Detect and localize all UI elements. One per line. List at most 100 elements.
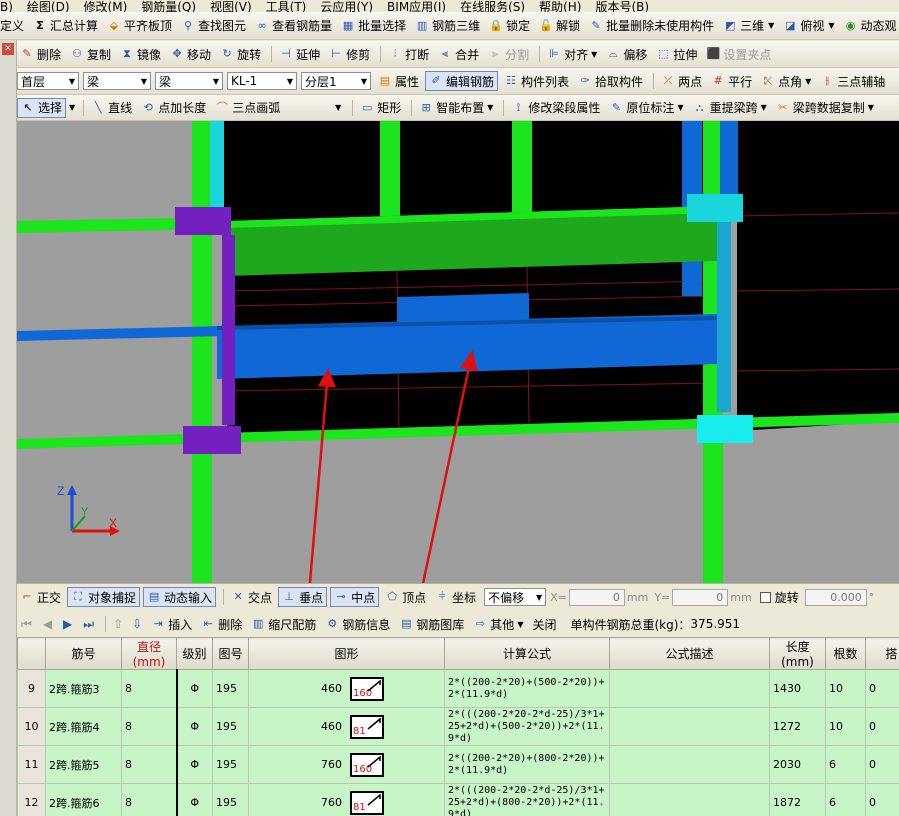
shape-cell[interactable]: 460 160	[248, 669, 445, 708]
fig-no-cell[interactable]: 195	[212, 669, 249, 708]
properties-button[interactable]: ▤ 属性	[375, 71, 422, 91]
grade-cell[interactable]: Φ	[176, 707, 213, 746]
break-button[interactable]: ⫶ 打断	[385, 44, 432, 64]
rebar-name-cell[interactable]: 2跨.箍筋3	[45, 669, 122, 708]
formula-cell[interactable]: 2*((200-2*20)+(500-2*20))+ 2*(11.9*d)	[444, 669, 610, 708]
rotate-input[interactable]: 0.000	[804, 588, 867, 606]
delete-button[interactable]: ✎ 删除	[17, 44, 64, 64]
formula-desc-cell[interactable]	[609, 745, 770, 784]
split-button[interactable]: ⫸ 分割	[485, 44, 532, 64]
object-snap-button[interactable]: ⛶ 对象捕捉	[67, 587, 141, 607]
smart-layout-button[interactable]: ⊞ 智能布置 ▼	[416, 98, 496, 118]
chevron-down-icon[interactable]: ▼	[69, 103, 75, 112]
offset-mode-select[interactable]: 不偏移 ▼	[484, 588, 547, 606]
table-row[interactable]: 10 2跨.箍筋4 8 Φ 195 460 81 2*(((200-2*20-2*…	[17, 707, 899, 746]
select-button[interactable]: ↖ 选择	[17, 97, 67, 118]
other-button[interactable]: ⇨ 其他 ▼	[470, 614, 526, 634]
col-header-name[interactable]: 筋号	[45, 637, 122, 670]
layer-select[interactable]: 分层1 ▼	[301, 72, 371, 90]
component-select[interactable]: KL-1 ▼	[227, 72, 297, 90]
ortho-button[interactable]: ⌐ 正交	[17, 587, 64, 607]
pick-component-button[interactable]: ✑ 拾取构件	[575, 71, 646, 91]
grade-cell[interactable]: Φ	[176, 783, 213, 816]
menu-item[interactable]: 绘图(D)	[27, 1, 70, 12]
3d-viewport[interactable]: Z Y X	[17, 121, 899, 583]
menu-item[interactable]: 在线服务(S)	[460, 1, 525, 12]
menu-item[interactable]: BIM应用(I)	[387, 1, 446, 12]
span-copy-button[interactable]: ✂ 梁跨数据复制 ▼	[773, 98, 877, 118]
length-cell[interactable]: 1272	[769, 707, 826, 746]
type-select-1[interactable]: 梁 ▼	[83, 72, 151, 90]
diameter-cell[interactable]: 8	[121, 783, 178, 816]
rebar-name-cell[interactable]: 2跨.箍筋5	[45, 745, 122, 784]
parallel-button[interactable]: # 平行	[708, 71, 755, 91]
grade-cell[interactable]: Φ	[176, 745, 213, 784]
table-row[interactable]: 11 2跨.箍筋5 8 Φ 195 760 160 2*((200-2*20)+(…	[17, 745, 899, 784]
component-list-button[interactable]: ☷ 构件列表	[501, 71, 572, 91]
floor-select[interactable]: 首层 ▼	[17, 72, 79, 90]
mirror-button[interactable]: ⧗ 镜像	[117, 44, 164, 64]
count-cell[interactable]: 6	[825, 745, 866, 784]
count-cell[interactable]: 6	[825, 783, 866, 816]
rebar-library-button[interactable]: ▤ 钢筋图库	[396, 614, 467, 634]
col-header-length[interactable]: 长度(mm)	[769, 637, 826, 670]
type-select-2[interactable]: 梁 ▼	[155, 72, 223, 90]
stretch-button[interactable]: ⬚ 拉伸	[653, 44, 700, 64]
top-view-button[interactable]: ◪ 俯视 ▼	[780, 16, 837, 36]
batch-select-button[interactable]: ▦ 批量选择	[338, 16, 409, 36]
count-cell[interactable]: 10	[825, 707, 866, 746]
lap-cell[interactable]: 0	[865, 707, 899, 746]
delete-row-button[interactable]: ⇤ 删除	[198, 614, 245, 634]
shape-cell[interactable]: 460 81	[248, 707, 445, 746]
dynamic-view-button[interactable]: ◉ 动态观	[841, 16, 899, 36]
menu-item[interactable]: 帮助(H)	[539, 1, 581, 12]
in-situ-mark-button[interactable]: ✎ 原位标注 ▼	[606, 98, 686, 118]
col-header-grade[interactable]: 级别	[176, 637, 213, 670]
flat-top-button[interactable]: ⬙ 平齐板顶	[104, 16, 175, 36]
three-d-button[interactable]: ◩ 三维 ▼	[720, 16, 777, 36]
copy-button[interactable]: ⚇ 复制	[67, 44, 114, 64]
col-header-lap[interactable]: 搭	[865, 637, 899, 670]
table-row[interactable]: 9 2跨.箍筋3 8 Φ 195 460 160 2*((200-2*20)+(5…	[17, 669, 899, 708]
lap-cell[interactable]: 0	[865, 783, 899, 816]
edit-rebar-button[interactable]: ✐ 编辑钢筋	[425, 71, 499, 91]
move-up-button[interactable]: ⇧	[110, 614, 126, 634]
lap-cell[interactable]: 0	[865, 669, 899, 708]
menu-item[interactable]: B)	[0, 1, 13, 12]
shape-cell[interactable]: 760 160	[248, 745, 445, 784]
two-point-button[interactable]: ⤫ 两点	[658, 71, 705, 91]
col-header-shape[interactable]: 图形	[248, 637, 445, 670]
length-cell[interactable]: 1430	[769, 669, 826, 708]
length-cell[interactable]: 1872	[769, 783, 826, 816]
col-header-diameter[interactable]: 直径(mm)	[121, 637, 177, 670]
rotate-button[interactable]: ↻ 旋转	[217, 44, 264, 64]
lock-button[interactable]: 🔒 锁定	[486, 16, 533, 36]
perpendicular-button[interactable]: ⊥ 垂点	[278, 587, 328, 607]
col-header-fig-no[interactable]: 图号	[212, 637, 249, 670]
fig-no-cell[interactable]: 195	[212, 707, 249, 746]
col-header-count[interactable]: 根数	[825, 637, 866, 670]
col-header-desc[interactable]: 公式描述	[609, 637, 770, 670]
length-cell[interactable]: 2030	[769, 745, 826, 784]
define-button[interactable]: 定义	[0, 16, 27, 36]
move-down-button[interactable]: ⇩	[129, 614, 145, 634]
batch-delete-button[interactable]: ✎ 批量删除未使用构件	[586, 16, 717, 36]
move-button[interactable]: ✥ 移动	[167, 44, 214, 64]
lap-cell[interactable]: 0	[865, 745, 899, 784]
next-record-button[interactable]: ▶	[59, 614, 76, 634]
rotate-checkbox[interactable]	[759, 591, 771, 603]
vertex-button[interactable]: ⬠ 顶点	[382, 587, 429, 607]
summary-button[interactable]: Σ 汇总计算	[30, 16, 101, 36]
menu-item[interactable]: 钢筋量(Q)	[141, 1, 196, 12]
close-icon[interactable]: ✕	[2, 43, 14, 55]
insert-row-button[interactable]: ⇥ 插入	[148, 614, 195, 634]
prev-record-button[interactable]: ◀	[39, 614, 56, 634]
modify-span-button[interactable]: ⟟ 修改梁段属性	[508, 98, 603, 118]
menu-item[interactable]: 修改(M)	[84, 1, 128, 12]
find-button[interactable]: ⚲ 查找图元	[178, 16, 249, 36]
line-button[interactable]: ╲ 直线	[88, 98, 135, 118]
rebar-3d-button[interactable]: ▥ 钢筋三维	[412, 16, 483, 36]
formula-cell[interactable]: 2*(((200-2*20-2*d-25)/3*1+ 25+2*d)+(500-…	[444, 707, 610, 746]
offset-button[interactable]: ⌓ 偏移	[603, 44, 650, 64]
arc-mode-select[interactable]: ▼	[286, 99, 344, 117]
